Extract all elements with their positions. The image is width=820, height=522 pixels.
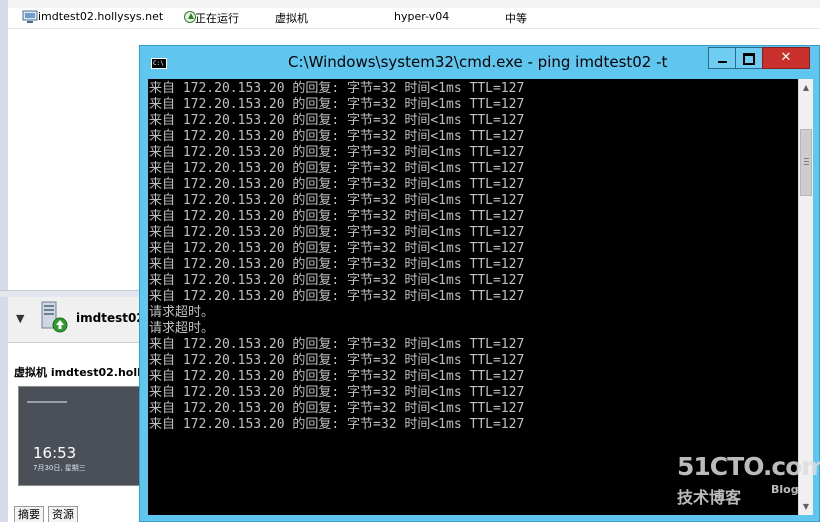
watermark-subtitle: 技术博客 bbox=[677, 488, 742, 507]
console-lines: 来自 172.20.153.20 的回复: 字节=32 时间<1ms TTL=1… bbox=[149, 81, 524, 433]
vm-name: imdtest02.hollysys.net bbox=[38, 10, 164, 23]
console-line: 请求超时。 bbox=[149, 305, 215, 320]
vm-list-row[interactable]: imdtest02.hollysys.net 正在运行 虚拟机 hyper-v0… bbox=[8, 8, 820, 29]
console-line: 来自 172.20.153.20 的回复: 字节=32 时间<1ms TTL=1… bbox=[149, 337, 525, 352]
console-line: 来自 172.20.153.20 的回复: 字节=32 时间<1ms TTL=1… bbox=[149, 209, 525, 224]
console-line: 来自 172.20.153.20 的回复: 字节=32 时间<1ms TTL=1… bbox=[149, 401, 525, 416]
console-line: 来自 172.20.153.20 的回复: 字节=32 时间<1ms TTL=1… bbox=[149, 113, 525, 128]
tab-summary[interactable]: 摘要 bbox=[14, 506, 44, 522]
minimize-icon bbox=[717, 61, 727, 63]
watermark-logo: 51CTO.com bbox=[677, 452, 820, 481]
console-line: 来自 172.20.153.20 的回复: 字节=32 时间<1ms TTL=1… bbox=[149, 273, 525, 288]
console-line: 来自 172.20.153.20 的回复: 字节=32 时间<1ms TTL=1… bbox=[149, 385, 525, 400]
console-line: 来自 172.20.153.20 的回复: 字节=32 时间<1ms TTL=1… bbox=[149, 257, 525, 272]
console-output[interactable]: 来自 172.20.153.20 的回复: 字节=32 时间<1ms TTL=1… bbox=[148, 79, 798, 515]
vm-type: 虚拟机 bbox=[275, 12, 308, 25]
thumb-grip bbox=[804, 164, 809, 165]
close-button[interactable]: ✕ bbox=[762, 47, 810, 69]
minimize-button[interactable] bbox=[708, 47, 736, 69]
vm-list-area bbox=[8, 29, 138, 290]
vm-priority: 中等 bbox=[505, 12, 527, 25]
vertical-scrollbar[interactable]: ▲ ▼ bbox=[798, 79, 813, 515]
console-left-edge bbox=[0, 0, 8, 522]
scrollbar-thumb[interactable] bbox=[800, 129, 812, 196]
console-line: 来自 172.20.153.20 的回复: 字节=32 时间<1ms TTL=1… bbox=[149, 177, 525, 192]
cmd-app-icon[interactable]: C:\ bbox=[151, 58, 167, 69]
thumbnail-bar bbox=[27, 401, 67, 403]
console-line: 来自 172.20.153.20 的回复: 字节=32 时间<1ms TTL=1… bbox=[149, 417, 525, 432]
vm-status: 正在运行 bbox=[195, 12, 239, 25]
vm-section-title: 虚拟机 imdtest02.holly bbox=[14, 366, 149, 379]
scroll-up-arrow-icon[interactable]: ▲ bbox=[799, 79, 813, 96]
tab-resources[interactable]: 资源 bbox=[48, 506, 78, 522]
console-line: 来自 172.20.153.20 的回复: 字节=32 时间<1ms TTL=1… bbox=[149, 193, 525, 208]
console-line: 来自 172.20.153.20 的回复: 字节=32 时间<1ms TTL=1… bbox=[149, 81, 525, 96]
watermark-blog: Blog bbox=[771, 483, 799, 496]
vm-screen-thumbnail[interactable]: 16:53 7月30日, 星期三 bbox=[18, 386, 142, 486]
cmd-window[interactable]: C:\ C:\Windows\system32\cmd.exe - ping i… bbox=[139, 45, 820, 522]
maximize-icon bbox=[743, 53, 755, 65]
console-line: 来自 172.20.153.20 的回复: 字节=32 时间<1ms TTL=1… bbox=[149, 289, 525, 304]
maximize-button[interactable] bbox=[735, 47, 763, 69]
console-line: 来自 172.20.153.20 的回复: 字节=32 时间<1ms TTL=1… bbox=[149, 161, 525, 176]
thumb-grip bbox=[804, 161, 809, 162]
vm-host: hyper-v04 bbox=[394, 10, 450, 23]
virtual-machine-icon bbox=[22, 10, 38, 23]
console-line: 请求超时。 bbox=[149, 321, 215, 336]
console-line: 来自 172.20.153.20 的回复: 字节=32 时间<1ms TTL=1… bbox=[149, 145, 525, 160]
console-line: 来自 172.20.153.20 的回复: 字节=32 时间<1ms TTL=1… bbox=[149, 129, 525, 144]
server-icon bbox=[41, 301, 68, 333]
thumbnail-date: 7月30日, 星期三 bbox=[33, 464, 86, 472]
console-line: 来自 172.20.153.20 的回复: 字节=32 时间<1ms TTL=1… bbox=[149, 353, 525, 368]
scroll-down-arrow-icon[interactable]: ▼ bbox=[799, 498, 813, 515]
console-line: 来自 172.20.153.20 的回复: 字节=32 时间<1ms TTL=1… bbox=[149, 369, 525, 384]
console-line: 来自 172.20.153.20 的回复: 字节=32 时间<1ms TTL=1… bbox=[149, 97, 525, 112]
console-line: 来自 172.20.153.20 的回复: 字节=32 时间<1ms TTL=1… bbox=[149, 241, 525, 256]
thumbnail-time: 16:53 bbox=[33, 444, 77, 462]
collapse-chevron-icon[interactable]: ▼ bbox=[16, 312, 30, 326]
thumb-grip bbox=[804, 158, 809, 159]
console-line: 来自 172.20.153.20 的回复: 字节=32 时间<1ms TTL=1… bbox=[149, 225, 525, 240]
cmd-titlebar[interactable]: C:\ C:\Windows\system32\cmd.exe - ping i… bbox=[140, 46, 820, 79]
cmd-window-title: C:\Windows\system32\cmd.exe - ping imdte… bbox=[288, 53, 668, 71]
